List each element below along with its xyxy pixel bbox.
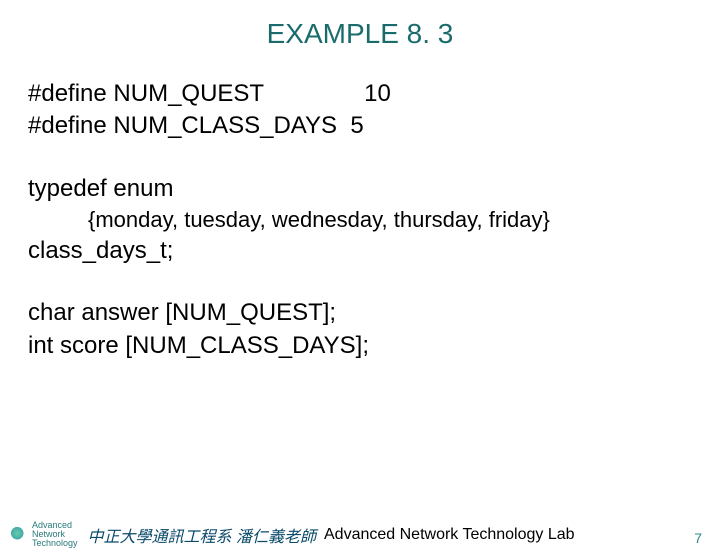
code-line: int score [NUM_CLASS_DAYS]; [28, 330, 692, 362]
lab-logo-text: Advanced Network Technology [32, 521, 78, 548]
code-line: typedef enum [28, 173, 692, 205]
code-line: #define NUM_CLASS_DAYS 5 [28, 110, 692, 142]
page-number: 7 [694, 530, 702, 546]
code-line: #define NUM_QUEST 10 [28, 78, 692, 110]
organization-label: 中正大學通訊工程系 潘仁義老師 [88, 523, 316, 547]
lab-label: Advanced Network Technology Lab [324, 526, 575, 544]
slide-title: EXAMPLE 8. 3 [0, 18, 720, 50]
lab-logo-icon [10, 526, 28, 544]
code-line: class_days_t; [28, 235, 692, 267]
code-block: #define NUM_QUEST 10 #define NUM_CLASS_D… [0, 78, 720, 362]
code-line-indent: {monday, tuesday, wednesday, thursday, f… [28, 205, 692, 235]
code-line: char answer [NUM_QUEST]; [28, 297, 692, 329]
footer: Advanced Network Technology 中正大學通訊工程系 潘仁… [0, 521, 720, 548]
